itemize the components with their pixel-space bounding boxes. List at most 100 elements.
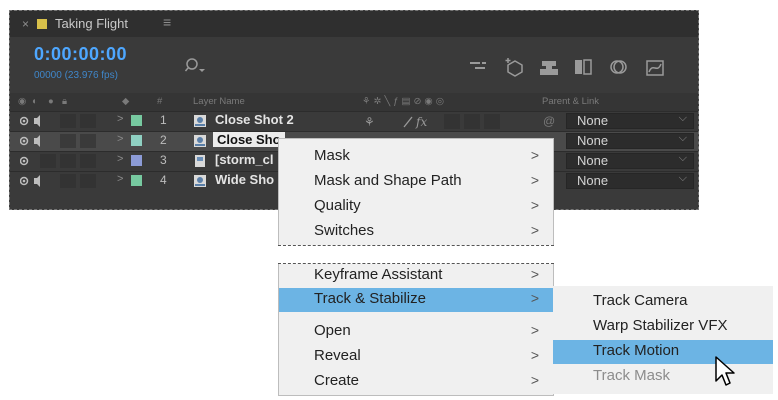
layer-row[interactable]: > 1 Close Shot 2 ⚘ fx @ None ⌵ bbox=[10, 111, 698, 131]
menu-item-label: Quality bbox=[314, 197, 361, 214]
menu-item-quality[interactable]: Quality > bbox=[279, 195, 553, 219]
menu-item-label: Track & Stabilize bbox=[314, 290, 426, 307]
submenu-arrow-icon: > bbox=[530, 197, 539, 213]
menu-item-open[interactable]: Open > bbox=[279, 320, 553, 344]
parent-dropdown-value: None bbox=[577, 133, 609, 148]
layer-label-color[interactable] bbox=[131, 175, 142, 186]
layer-name[interactable]: Close Shot 2 bbox=[215, 112, 294, 127]
layer-name[interactable]: Wide Sho bbox=[215, 172, 274, 187]
expand-arrow-icon[interactable]: > bbox=[117, 113, 123, 125]
av-switches-icon[interactable] bbox=[20, 154, 130, 168]
menu-item-label: Mask and Shape Path bbox=[314, 172, 462, 189]
layer-name[interactable]: Close Sho bbox=[213, 132, 285, 147]
layer-name-column-header[interactable]: Layer Name bbox=[193, 96, 245, 107]
menu-item-label: Track Camera bbox=[593, 292, 688, 309]
footage-layer-icon bbox=[194, 135, 206, 147]
layer-number: 3 bbox=[160, 153, 167, 167]
track-and-stabilize-submenu: Track Camera Warp Stabilizer VFX Track M… bbox=[553, 286, 773, 394]
layer-switches[interactable]: ⚘ fx bbox=[360, 114, 520, 129]
current-time-display[interactable]: 0:00:00:00 bbox=[34, 44, 127, 65]
menu-item-track-camera[interactable]: Track Camera bbox=[553, 290, 773, 314]
submenu-arrow-icon: > bbox=[530, 222, 539, 238]
composition-tab-title[interactable]: Taking Flight bbox=[55, 16, 128, 31]
layer-label-color[interactable] bbox=[131, 135, 142, 146]
draft-3d-icon[interactable] bbox=[504, 57, 526, 77]
menu-item-reveal[interactable]: Reveal > bbox=[279, 345, 553, 369]
menu-item-label: Open bbox=[314, 322, 351, 339]
submenu-arrow-icon: > bbox=[530, 290, 539, 306]
mouse-pointer-icon bbox=[715, 356, 735, 386]
av-switches-icon[interactable] bbox=[20, 114, 130, 128]
chevron-down-icon: ⌵ bbox=[678, 172, 687, 184]
label-header-icon[interactable]: ◆ bbox=[122, 96, 129, 107]
parent-link-column-header[interactable]: Parent & Link bbox=[542, 96, 599, 107]
menu-item-label: Create bbox=[314, 372, 360, 389]
timeline-toolbar: 0:00:00:00 00000 (23.976 fps) bbox=[10, 37, 698, 93]
menu-item-track-and-stabilize[interactable]: Track & Stabilize > bbox=[279, 288, 553, 312]
frame-rate-display: 00000 (23.976 fps) bbox=[34, 70, 118, 81]
chevron-down-icon: ⌵ bbox=[678, 152, 687, 164]
close-tab-icon[interactable]: × bbox=[22, 17, 29, 31]
motion-blur-icon[interactable] bbox=[608, 57, 630, 77]
menu-item-label: Mask bbox=[314, 147, 350, 164]
composition-mini-flowchart-icon[interactable] bbox=[468, 57, 490, 77]
menu-item-label: Keyframe Assistant bbox=[314, 266, 443, 283]
submenu-arrow-icon: > bbox=[530, 266, 539, 282]
layer-name[interactable]: [storm_cl bbox=[215, 152, 274, 167]
layer-switches-header-icons: ⚘✲╲ƒ▤⊘◉◎ bbox=[362, 96, 447, 107]
parent-dropdown-value: None bbox=[577, 113, 609, 128]
menu-item-keyframe-assistant[interactable]: Keyframe Assistant > bbox=[279, 264, 553, 288]
expand-arrow-icon[interactable]: > bbox=[117, 153, 123, 165]
menu-item-create[interactable]: Create > bbox=[279, 370, 553, 394]
layer-search-input[interactable] bbox=[208, 57, 458, 75]
panel-menu-icon[interactable]: ≡ bbox=[163, 14, 171, 30]
submenu-arrow-icon: > bbox=[530, 347, 539, 363]
menu-item-switches[interactable]: Switches > bbox=[279, 220, 553, 244]
layer-context-menu-lower: Keyframe Assistant > Track & Stabilize >… bbox=[278, 264, 554, 396]
lock-header-icon[interactable]: 🔒︎ bbox=[62, 96, 67, 107]
parent-pick-whip-icon[interactable]: @ bbox=[543, 114, 555, 128]
menu-item-label: Switches bbox=[314, 222, 375, 239]
submenu-arrow-icon: > bbox=[530, 322, 539, 338]
expand-arrow-icon[interactable]: > bbox=[117, 173, 123, 185]
parent-dropdown[interactable]: None ⌵ bbox=[566, 132, 694, 149]
parent-dropdown[interactable]: None ⌵ bbox=[566, 172, 694, 189]
menu-item-mask[interactable]: Mask > bbox=[279, 145, 553, 169]
shy-layers-icon[interactable] bbox=[538, 57, 560, 77]
layer-column-headers: ◉ ◐ ● 🔒︎ ◆ # Layer Name ⚘✲╲ƒ▤⊘◉◎ Parent … bbox=[10, 93, 698, 111]
audio-switch-header-icon[interactable]: ◐ bbox=[32, 96, 38, 107]
layer-number: 1 bbox=[160, 113, 167, 127]
menu-item-track-mask: Track Mask bbox=[553, 365, 773, 389]
chevron-down-icon: ⌵ bbox=[678, 132, 687, 144]
search-icon[interactable] bbox=[185, 57, 207, 75]
layer-label-color[interactable] bbox=[131, 115, 142, 126]
layer-context-menu-upper: Mask > Mask and Shape Path > Quality > S… bbox=[278, 138, 554, 245]
parent-dropdown[interactable]: None ⌵ bbox=[566, 112, 694, 129]
expand-arrow-icon[interactable]: > bbox=[117, 133, 123, 145]
svg-text:⚘: ⚘ bbox=[364, 115, 375, 129]
layer-number: 4 bbox=[160, 173, 167, 187]
submenu-arrow-icon: > bbox=[530, 147, 539, 163]
menu-item-label: Reveal bbox=[314, 347, 361, 364]
menu-item-label: Track Motion bbox=[593, 342, 680, 359]
submenu-arrow-icon: > bbox=[530, 172, 539, 188]
av-switches-icon[interactable] bbox=[20, 174, 130, 188]
menu-item-label: Track Mask bbox=[593, 367, 670, 384]
parent-dropdown[interactable]: None ⌵ bbox=[566, 152, 694, 169]
solo-header-icon[interactable]: ● bbox=[48, 96, 54, 107]
graph-editor-icon[interactable] bbox=[644, 57, 666, 77]
layer-label-color[interactable] bbox=[131, 155, 142, 166]
chevron-down-icon: ⌵ bbox=[678, 112, 687, 124]
menu-item-track-motion[interactable]: Track Motion bbox=[553, 340, 773, 364]
image-sequence-layer-icon bbox=[195, 155, 205, 167]
frame-blending-icon[interactable] bbox=[572, 57, 594, 77]
menu-item-warp-stabilizer-vfx[interactable]: Warp Stabilizer VFX bbox=[553, 315, 773, 339]
menu-item-mask-and-shape-path[interactable]: Mask and Shape Path > bbox=[279, 170, 553, 194]
svg-text:fx: fx bbox=[415, 115, 427, 129]
menu-divider bbox=[278, 245, 554, 246]
panel-tab-bar: × Taking Flight ≡ bbox=[10, 11, 698, 37]
video-switch-header-icon[interactable]: ◉ bbox=[18, 96, 26, 107]
av-switches-icon[interactable] bbox=[20, 134, 130, 148]
parent-dropdown-value: None bbox=[577, 153, 609, 168]
number-column-header[interactable]: # bbox=[157, 96, 162, 107]
